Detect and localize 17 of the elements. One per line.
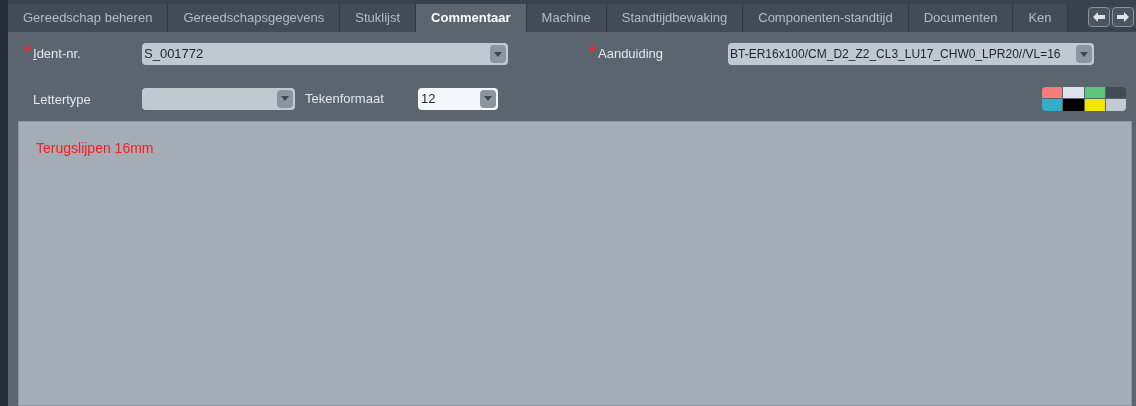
- tab[interactable]: Ken: [1013, 4, 1068, 32]
- ident-field[interactable]: S_001772: [142, 43, 508, 65]
- tab[interactable]: Documenten: [908, 4, 1014, 32]
- tab[interactable]: Commentaar: [416, 4, 527, 32]
- field-label: Ident-nr.: [33, 45, 81, 63]
- aanduiding-field[interactable]: BT-ER16x100/CM_D2_Z2_CL3_LU17_CHW0_LPR20//VL=16: [728, 43, 1094, 65]
- field-label: Tekenformaat: [305, 89, 385, 108]
- tab[interactable]: Machine: [526, 4, 607, 32]
- field-label: Aanduiding: [598, 45, 664, 63]
- tab[interactable]: Standtijdbewaking: [606, 4, 744, 32]
- field-label: Lettertype: [33, 91, 91, 107]
- tab[interactable]: Gereedschap beheren: [8, 4, 169, 32]
- tab[interactable]: Stuklijst: [340, 4, 417, 32]
- tab[interactable]: Gereedschapsgegevens: [168, 4, 341, 32]
- tab[interactable]: Componenten-standtijd: [743, 4, 909, 32]
- comment-text: Terugslijpen 16mm: [36, 140, 154, 156]
- size-dropdown[interactable]: 12: [418, 87, 498, 110]
